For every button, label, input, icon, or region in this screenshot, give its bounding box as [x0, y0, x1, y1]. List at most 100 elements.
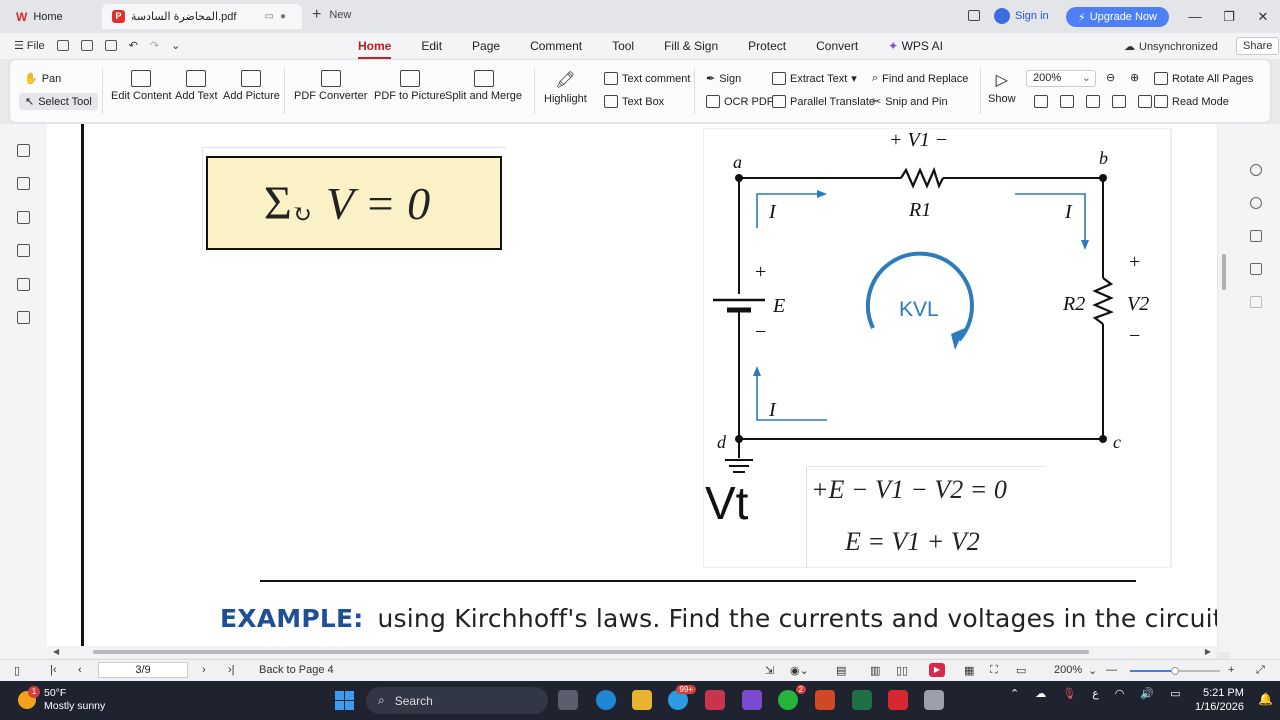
next-page-icon[interactable]: ›	[202, 664, 206, 676]
file-explorer-icon[interactable]	[632, 690, 652, 710]
acrobat-icon[interactable]	[705, 690, 725, 710]
pan-button[interactable]: ✋ Pan	[24, 72, 61, 86]
full-screen-icon[interactable]: ▭	[1016, 664, 1026, 677]
vertical-scroll-thumb[interactable]	[1222, 254, 1226, 290]
first-page-icon[interactable]: |‹	[50, 664, 57, 676]
text-box-button[interactable]: Text Box	[604, 95, 664, 108]
rotate-all-button[interactable]: Rotate All Pages	[1154, 72, 1253, 85]
zoom-select[interactable]: 200% ⌄	[1026, 70, 1096, 87]
ai-reader-icon[interactable]	[1250, 263, 1262, 275]
attachment-icon[interactable]	[17, 244, 30, 257]
search-icon[interactable]	[1250, 164, 1262, 176]
zoom-slider-knob[interactable]	[1171, 667, 1179, 675]
tab-document[interactable]: P المحاضرة السادسة.pdf ▭●	[102, 4, 302, 29]
chevron-down-icon[interactable]: ⌄	[1088, 664, 1097, 677]
tab-options-icon[interactable]: ▭●	[265, 11, 293, 22]
tab-fill-sign[interactable]: Fill & Sign	[664, 39, 718, 53]
edit-content-button[interactable]: Edit Content	[111, 70, 172, 102]
start-button[interactable]	[335, 691, 354, 710]
battery-icon[interactable]: ▭	[1170, 687, 1180, 700]
excel-icon[interactable]	[852, 690, 872, 710]
zoom-out-button[interactable]: ⊖	[1106, 71, 1115, 84]
rotate-left-icon[interactable]	[1112, 95, 1126, 108]
redo-icon[interactable]: ↷	[150, 39, 159, 52]
settings-sliders-icon[interactable]	[1250, 230, 1262, 242]
window-layout-icon[interactable]	[968, 10, 980, 21]
wps-office-icon[interactable]	[888, 690, 908, 710]
signature-icon[interactable]	[17, 278, 30, 291]
tab-page[interactable]: Page	[472, 39, 500, 53]
split-merge-button[interactable]: Split and Merge	[445, 70, 522, 102]
page-number-input[interactable]: 3/9	[98, 662, 188, 678]
volume-icon[interactable]: 🔊	[1140, 687, 1154, 700]
share-button[interactable]: Share	[1236, 37, 1280, 55]
highlight-button[interactable]: 🖍 Highlight	[544, 70, 587, 105]
expand-icon[interactable]: ⤢	[1256, 664, 1265, 677]
fit-page-status-icon[interactable]: ⛶	[990, 664, 998, 677]
continuous-icon[interactable]: ▥	[870, 664, 880, 677]
add-text-button[interactable]: Add Text	[175, 70, 218, 102]
two-page-icon[interactable]: ▯▯	[896, 664, 908, 677]
comment-panel-icon[interactable]	[17, 211, 30, 224]
scroll-left-icon[interactable]: ◀	[53, 647, 59, 656]
thumbnail-icon[interactable]	[17, 177, 30, 190]
layers-icon[interactable]	[17, 311, 30, 324]
zoom-out-status-icon[interactable]: —	[1106, 664, 1117, 676]
eye-icon[interactable]: ◉⌄	[790, 664, 809, 677]
fit-width-icon[interactable]	[1086, 95, 1100, 108]
close-icon[interactable]: ✕	[1246, 9, 1280, 25]
maximize-icon[interactable]: ❐	[1212, 9, 1246, 25]
sidebar-toggle-icon[interactable]: ▯	[14, 664, 20, 677]
vertical-scrollbar[interactable]	[1218, 124, 1230, 652]
export-icon[interactable]: ⇲	[765, 664, 774, 677]
visual-studio-icon[interactable]	[742, 690, 762, 710]
extract-text-button[interactable]: Extract Text ▾	[772, 72, 857, 85]
minimize-icon[interactable]: —	[1178, 9, 1212, 24]
telegram-icon[interactable]: 99+	[668, 685, 696, 710]
open-icon[interactable]	[56, 40, 69, 51]
parallel-translate-button[interactable]: Parallel Translate	[772, 95, 875, 108]
sync-status[interactable]: ☁ Unsynchronized	[1124, 40, 1218, 54]
wifi-icon[interactable]: ◠	[1115, 687, 1125, 700]
select-tool-button[interactable]: ↖ Select Tool	[19, 93, 98, 110]
slideshow-icon[interactable]: ▶	[929, 663, 945, 677]
text-comment-button[interactable]: Text comment	[604, 72, 690, 85]
upgrade-button[interactable]: ⚡ Upgrade Now	[1066, 7, 1169, 27]
new-tab-button[interactable]: + New	[312, 7, 351, 23]
show-button[interactable]: ▷ Show	[988, 70, 1016, 105]
prev-page-icon[interactable]: ‹	[78, 664, 82, 676]
chevron-down-icon[interactable]: ⌄	[171, 39, 180, 52]
edge-icon[interactable]	[596, 690, 616, 710]
zoom-in-status-icon[interactable]: +	[1228, 664, 1234, 676]
sign-button[interactable]: ✒ Sign	[706, 72, 741, 86]
tab-edit[interactable]: Edit	[421, 39, 442, 53]
scroll-right-icon[interactable]: ▶	[1205, 647, 1211, 656]
tab-comment[interactable]: Comment	[530, 39, 582, 53]
taskbar-search[interactable]: ⌕ Search	[366, 687, 548, 714]
back-to-page-link[interactable]: Back to Page 4	[259, 664, 334, 676]
notification-bell-icon[interactable]: 🔔	[1258, 692, 1273, 706]
keyboard-language[interactable]: ع	[1092, 687, 1099, 700]
tab-home-ribbon[interactable]: Home	[358, 39, 392, 59]
single-page-icon[interactable]: ▤	[836, 664, 846, 677]
task-view-icon[interactable]	[558, 690, 578, 710]
print-icon[interactable]	[104, 40, 117, 51]
tab-protect[interactable]: Protect	[748, 39, 786, 53]
status-zoom-value[interactable]: 200%	[1054, 664, 1082, 676]
last-page-icon[interactable]: ›|	[228, 664, 235, 676]
tab-tool[interactable]: Tool	[612, 39, 634, 53]
tab-home[interactable]: W Home	[6, 4, 98, 29]
horizontal-scrollbar[interactable]: ◀ ▶	[47, 646, 1217, 658]
microphone-icon[interactable]: 🎙	[1062, 687, 1076, 700]
snip-pin-button[interactable]: ✂ Snip and Pin	[872, 95, 948, 109]
tab-wps-ai[interactable]: ✦ WPS AI	[888, 39, 943, 53]
ocr-pdf-button[interactable]: OCR PDF	[706, 95, 774, 108]
read-mode-button[interactable]: Read Mode	[1154, 95, 1229, 108]
rotate-right-icon[interactable]	[1138, 95, 1152, 108]
document-viewport[interactable]: Σ ↻ V = 0 + V1 − a b c d R1 R2 V2 + − + …	[47, 124, 1217, 652]
add-picture-button[interactable]: Add Picture	[223, 70, 280, 102]
bookmark-icon[interactable]	[17, 144, 30, 157]
cloud-sync-icon[interactable]: ☁	[1035, 687, 1046, 700]
notes-app-icon[interactable]	[924, 690, 944, 710]
fit-page-icon[interactable]	[1060, 95, 1074, 108]
